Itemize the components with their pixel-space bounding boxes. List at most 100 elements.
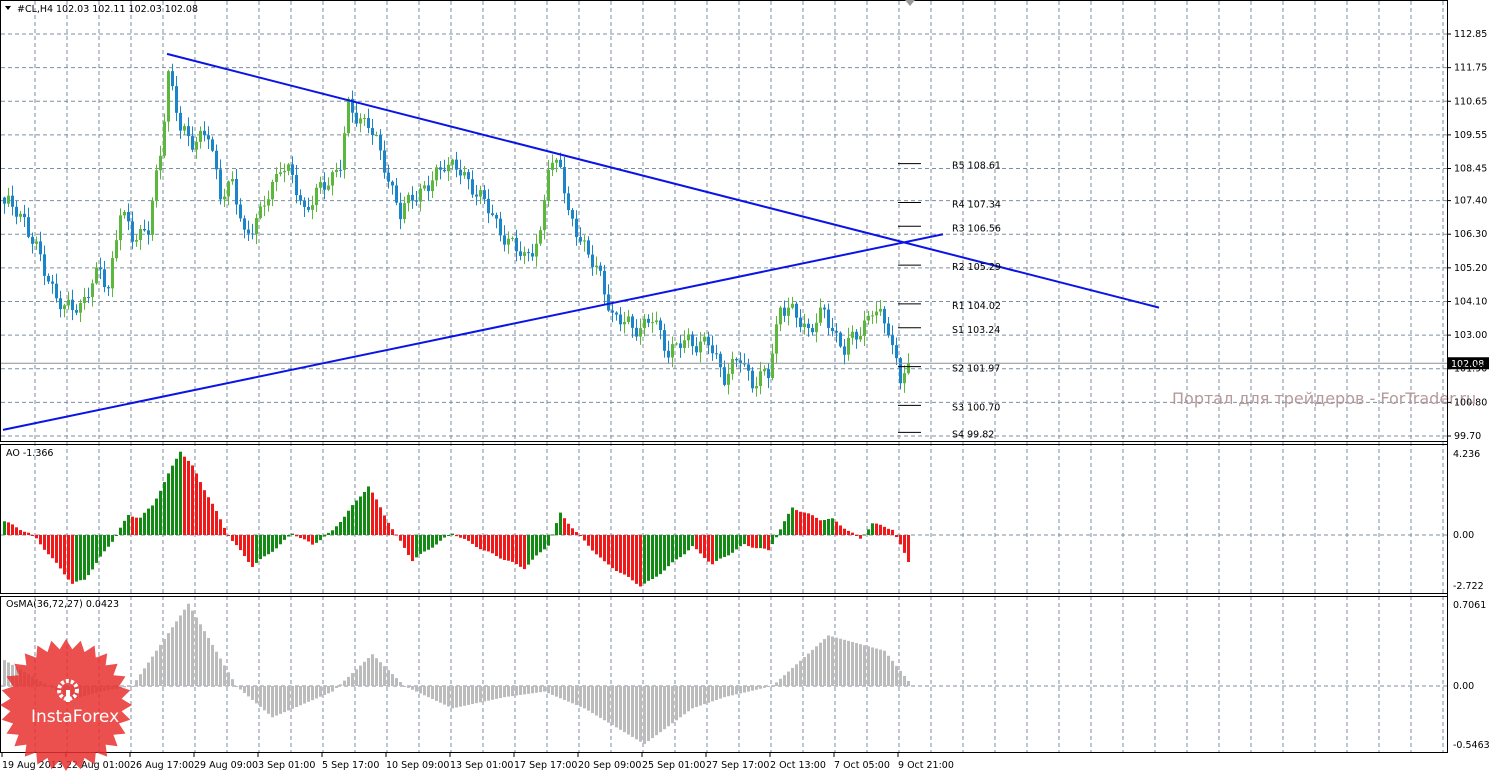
candle (907, 363, 910, 374)
osma-bar (619, 686, 622, 730)
osma-bar (159, 644, 162, 686)
osma-bar (539, 686, 542, 693)
ao-bar (15, 527, 18, 535)
candle (811, 328, 814, 333)
osma-bar (423, 686, 426, 696)
candle (387, 172, 390, 182)
candle (635, 327, 638, 337)
ao-bar (871, 523, 874, 535)
candle (703, 336, 706, 342)
osma-bar (419, 686, 422, 694)
candle (559, 159, 562, 168)
indicator-tick-label: 4.236 (1453, 449, 1480, 460)
candle (771, 353, 774, 379)
osma-bar (231, 679, 234, 686)
osma-bar (507, 686, 510, 697)
ao-bar (635, 535, 638, 584)
candle (135, 240, 138, 242)
ao-bar (23, 531, 26, 535)
ao-bar (99, 535, 102, 557)
candle (595, 265, 598, 268)
ao-bar (83, 535, 86, 580)
ao-bar (211, 503, 214, 535)
osma-bar (355, 669, 358, 686)
osma-bar (807, 653, 810, 686)
osma-bar (707, 686, 710, 703)
ao-bar (343, 516, 346, 535)
trading-chart[interactable]: Портал для трейдеров - ForTrader.ru 102.… (0, 0, 1489, 774)
osma-bar (235, 686, 238, 687)
osma-bar (431, 686, 434, 700)
candle (191, 136, 194, 150)
candle (831, 327, 834, 332)
ao-bar (303, 535, 306, 540)
ao-bar (603, 535, 606, 562)
osma-bar (251, 686, 254, 700)
candle (323, 182, 326, 190)
pivot-label-s4: S4 99.82 (952, 429, 994, 440)
candle (279, 172, 282, 174)
candle (575, 218, 578, 238)
ao-bar (515, 535, 518, 565)
ao-bar (687, 535, 690, 551)
candle (543, 200, 546, 231)
osma-bar (371, 654, 374, 686)
ao-bar (523, 535, 526, 570)
osma-bar (659, 686, 662, 733)
osma-bar (147, 662, 150, 686)
osma-bar (131, 686, 134, 687)
ao-bar (479, 535, 482, 550)
ao-bar (471, 535, 474, 544)
candle (487, 198, 490, 214)
ao-bar (879, 524, 882, 535)
indicator-tick-label: 0.00 (1453, 681, 1474, 692)
osma-bar (527, 686, 530, 694)
candle (127, 211, 130, 222)
candle (439, 167, 442, 170)
candle (395, 185, 398, 203)
price-tick-label: 99.70 (1454, 431, 1481, 442)
ao-bar (351, 505, 354, 535)
ao-bar (79, 535, 82, 581)
candle (183, 126, 186, 131)
ao-bar (43, 535, 46, 550)
ao-bar (715, 535, 718, 561)
ao-bar (735, 535, 738, 550)
ao-bar (703, 535, 706, 558)
candle (611, 310, 614, 313)
candle (7, 195, 10, 204)
ao-bar (863, 534, 866, 536)
ao-bar (199, 482, 202, 535)
osma-bar (395, 678, 398, 686)
candle (179, 112, 182, 131)
ao-bar (719, 535, 722, 559)
osma-bar (363, 661, 366, 686)
price-tick-label: 108.45 (1454, 164, 1487, 175)
candle (875, 311, 878, 316)
candle (143, 228, 146, 231)
osma-bar (819, 642, 822, 686)
candle (99, 267, 102, 270)
ao-bar (659, 535, 662, 575)
candle (471, 179, 474, 195)
candle (555, 159, 558, 163)
candle (171, 71, 174, 87)
time-tick-label: 29 Aug 09:00 (194, 760, 258, 771)
osma-bar (175, 621, 178, 686)
osma-bar (759, 686, 762, 689)
ao-bar (731, 535, 734, 553)
osma-bar (375, 658, 378, 686)
ao-bar (795, 510, 798, 535)
osma-bar (379, 662, 382, 686)
candle (651, 322, 654, 324)
ao-bar (195, 473, 198, 535)
osma-bar (691, 686, 694, 709)
ao-bar (539, 535, 542, 553)
osma-bar (239, 686, 242, 690)
candle (859, 335, 862, 340)
ao-bar (639, 535, 642, 587)
candle (631, 316, 634, 328)
ao-bar (31, 535, 34, 536)
price-tick-label: 109.55 (1454, 130, 1487, 141)
candle (175, 86, 178, 113)
